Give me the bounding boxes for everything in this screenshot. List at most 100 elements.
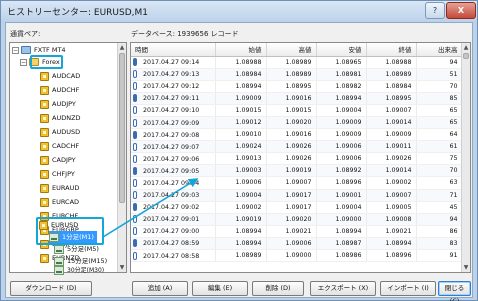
close-button[interactable]: 閉じる (C) <box>438 281 471 301</box>
cell-volume: 64 <box>416 128 463 142</box>
collapse-icon[interactable]: − <box>20 58 27 66</box>
table-row[interactable]: 2017.04.27 08:59 1.08994 1.09006 1.08987 1.0… <box>131 237 463 251</box>
scroll-down-icon[interactable]: ▼ <box>462 263 470 272</box>
cell-open: 1.09002 <box>215 201 267 214</box>
bar-record-icon <box>133 94 137 103</box>
bar-record-icon <box>133 191 137 200</box>
table-row[interactable]: 2017.04.27 09:00 1.08994 1.09021 1.08994 1.0… <box>131 225 463 238</box>
tree-symbol-cadchf[interactable]: CADCHF <box>40 140 79 152</box>
import-button[interactable]: インポート (I) <box>380 281 436 296</box>
column-header-close[interactable]: 終値 <box>366 43 417 57</box>
tree-item-label: 15分足(M15) <box>67 257 108 265</box>
cell-high: 1.08995 <box>266 80 317 93</box>
symbol-icon <box>40 127 49 137</box>
tree-symbol-chfjpy[interactable]: CHFJPY <box>40 168 75 180</box>
cell-open: 1.09019 <box>215 213 267 226</box>
table-row[interactable]: 2017.04.27 09:02 1.09002 1.09017 1.09004 1.0… <box>131 201 463 214</box>
cell-text: 2017.04.27 09:04 <box>143 179 200 187</box>
delete-button[interactable]: 削除 (D) <box>252 281 304 296</box>
table-row[interactable]: 2017.04.27 09:12 1.08994 1.08995 1.08982 1.0… <box>131 80 463 93</box>
cell-volume: 86 <box>416 225 463 238</box>
cell-close: 1.09014 <box>366 116 417 130</box>
table-row[interactable]: 2017.04.27 09:03 1.09004 1.09017 1.09001 1.0… <box>131 189 463 202</box>
cell-volume: 85 <box>416 92 463 105</box>
cell-text: 2017.04.27 09:02 <box>143 204 200 212</box>
cell-high: 1.09000 <box>266 249 317 263</box>
tree-symbol-audcad[interactable]: AUDCAD <box>40 70 80 82</box>
cell-low: 1.09001 <box>316 189 367 202</box>
cell-text: 2017.04.27 09:06 <box>143 155 200 163</box>
cell-low: 1.08981 <box>316 68 367 81</box>
cell-time: 2017.04.27 09:09 <box>131 116 216 130</box>
download-button[interactable]: ダウンロード (D) <box>10 281 92 296</box>
column-header-open[interactable]: 始値 <box>215 43 267 57</box>
cell-low: 1.09004 <box>316 201 367 214</box>
table-row[interactable]: 2017.04.27 09:05 1.09003 1.09019 1.08992 1.0… <box>131 164 463 178</box>
cell-time: 2017.04.27 09:01 <box>131 213 216 226</box>
cell-high: 1.09017 <box>266 189 317 202</box>
server-icon <box>21 46 31 54</box>
tree-symbol-euraud[interactable]: EURAUD <box>40 182 79 194</box>
add-button[interactable]: 追加 (A) <box>132 281 188 296</box>
cell-time: 2017.04.27 09:02 <box>131 201 216 214</box>
symbol-icon <box>40 71 49 81</box>
bar-record-icon <box>133 227 137 236</box>
table-row[interactable]: 2017.04.27 09:13 1.08984 1.08989 1.08981 1.0… <box>131 68 463 81</box>
cell-open: 1.08994 <box>215 237 267 251</box>
table-row[interactable]: 2017.04.27 09:01 1.09019 1.09020 1.09000 1.0… <box>131 213 463 226</box>
tree-symbol-audnzd[interactable]: AUDNZD <box>40 112 81 124</box>
cell-volume: 94 <box>416 56 463 69</box>
table-row[interactable]: 2017.04.27 09:10 1.09015 1.09015 1.09004 1.0… <box>131 104 463 117</box>
cell-volume: 51 <box>416 68 463 81</box>
column-header-high[interactable]: 高値 <box>266 43 317 57</box>
close-window-button[interactable]: X <box>446 2 476 19</box>
cell-close: 1.09009 <box>366 128 417 142</box>
cell-volume: 65 <box>416 116 463 130</box>
tree-symbol-eurcad[interactable]: EURCAD <box>40 196 79 208</box>
table-header-row: 時間 始値 高値 安値 終値 出来高 <box>131 43 463 57</box>
cell-high: 1.09006 <box>266 237 317 251</box>
cell-low: 1.09006 <box>316 140 367 154</box>
table-row[interactable]: 2017.04.27 09:04 1.09006 1.09007 1.08996 1.0… <box>131 176 463 190</box>
tree-symbol-cadjpy[interactable]: CADJPY <box>40 154 76 166</box>
tree-symbol-audusd[interactable]: AUDUSD <box>40 126 80 138</box>
cell-high: 1.09020 <box>266 213 317 226</box>
table-row[interactable]: 2017.04.27 09:06 1.09013 1.09026 1.09006 1.0… <box>131 152 463 166</box>
collapse-icon[interactable]: − <box>12 46 19 54</box>
cell-close: 1.09007 <box>366 189 417 202</box>
scroll-up-icon[interactable]: ▲ <box>118 43 126 52</box>
help-button[interactable]: ? <box>425 2 445 19</box>
scroll-thumb[interactable] <box>463 53 469 59</box>
bar-record-icon <box>133 142 137 151</box>
scroll-thumb[interactable] <box>119 53 125 203</box>
table-row[interactable]: 2017.04.27 09:11 1.09009 1.09016 1.08994 1.0… <box>131 92 463 105</box>
tree-timeframe-m30[interactable]: 30分足(M30) <box>54 265 104 277</box>
cell-text: 2017.04.27 09:05 <box>143 167 200 175</box>
table-row[interactable]: 2017.04.27 09:08 1.09010 1.09016 1.09009 1.0… <box>131 128 463 142</box>
export-button[interactable]: エクスポート (X) <box>310 281 376 296</box>
table-row[interactable]: 2017.04.27 09:09 1.09012 1.09020 1.09009 1.0… <box>131 116 463 130</box>
title-bar[interactable]: ヒストリーセンター: EURUSD,M1 ? X <box>1 1 477 22</box>
scroll-up-icon[interactable]: ▲ <box>462 43 470 52</box>
table-row[interactable]: 2017.04.27 09:07 1.09024 1.09026 1.09006 1.0… <box>131 140 463 154</box>
tree-symbol-audchf[interactable]: AUDCHF <box>40 84 79 96</box>
cell-close: 1.08996 <box>366 249 417 263</box>
cell-close: 1.09014 <box>366 164 417 178</box>
symbol-icon <box>40 169 49 179</box>
column-header-low[interactable]: 安値 <box>316 43 367 57</box>
cell-open: 1.09006 <box>215 176 267 190</box>
column-header-time[interactable]: 時間 <box>131 43 216 57</box>
column-header-volume[interactable]: 出来高 <box>416 43 463 57</box>
scroll-down-icon[interactable]: ▼ <box>118 263 126 272</box>
table-row[interactable]: 2017.04.27 09:14 1.08988 1.08989 1.08965 1.0… <box>131 56 463 69</box>
history-table-panel: 時間 始値 高値 安値 終値 出来高 2017.04.27 09:14 1.089… <box>130 42 471 273</box>
table-scrollbar[interactable]: ▲ ▼ <box>461 43 470 272</box>
edit-button[interactable]: 編集 (E) <box>192 281 248 296</box>
tree-symbol-audjpy[interactable]: AUDJPY <box>40 98 76 110</box>
table-row[interactable]: 2017.04.27 08:58 1.08989 1.09000 1.08986 1.0… <box>131 249 463 263</box>
cell-time: 2017.04.27 09:04 <box>131 176 216 190</box>
cell-close: 1.08984 <box>366 80 417 93</box>
symbol-icon <box>40 197 49 207</box>
tree-scrollbar[interactable]: ▲ ▼ <box>117 43 126 272</box>
window-title: ヒストリーセンター: EURUSD,M1 <box>7 8 149 18</box>
